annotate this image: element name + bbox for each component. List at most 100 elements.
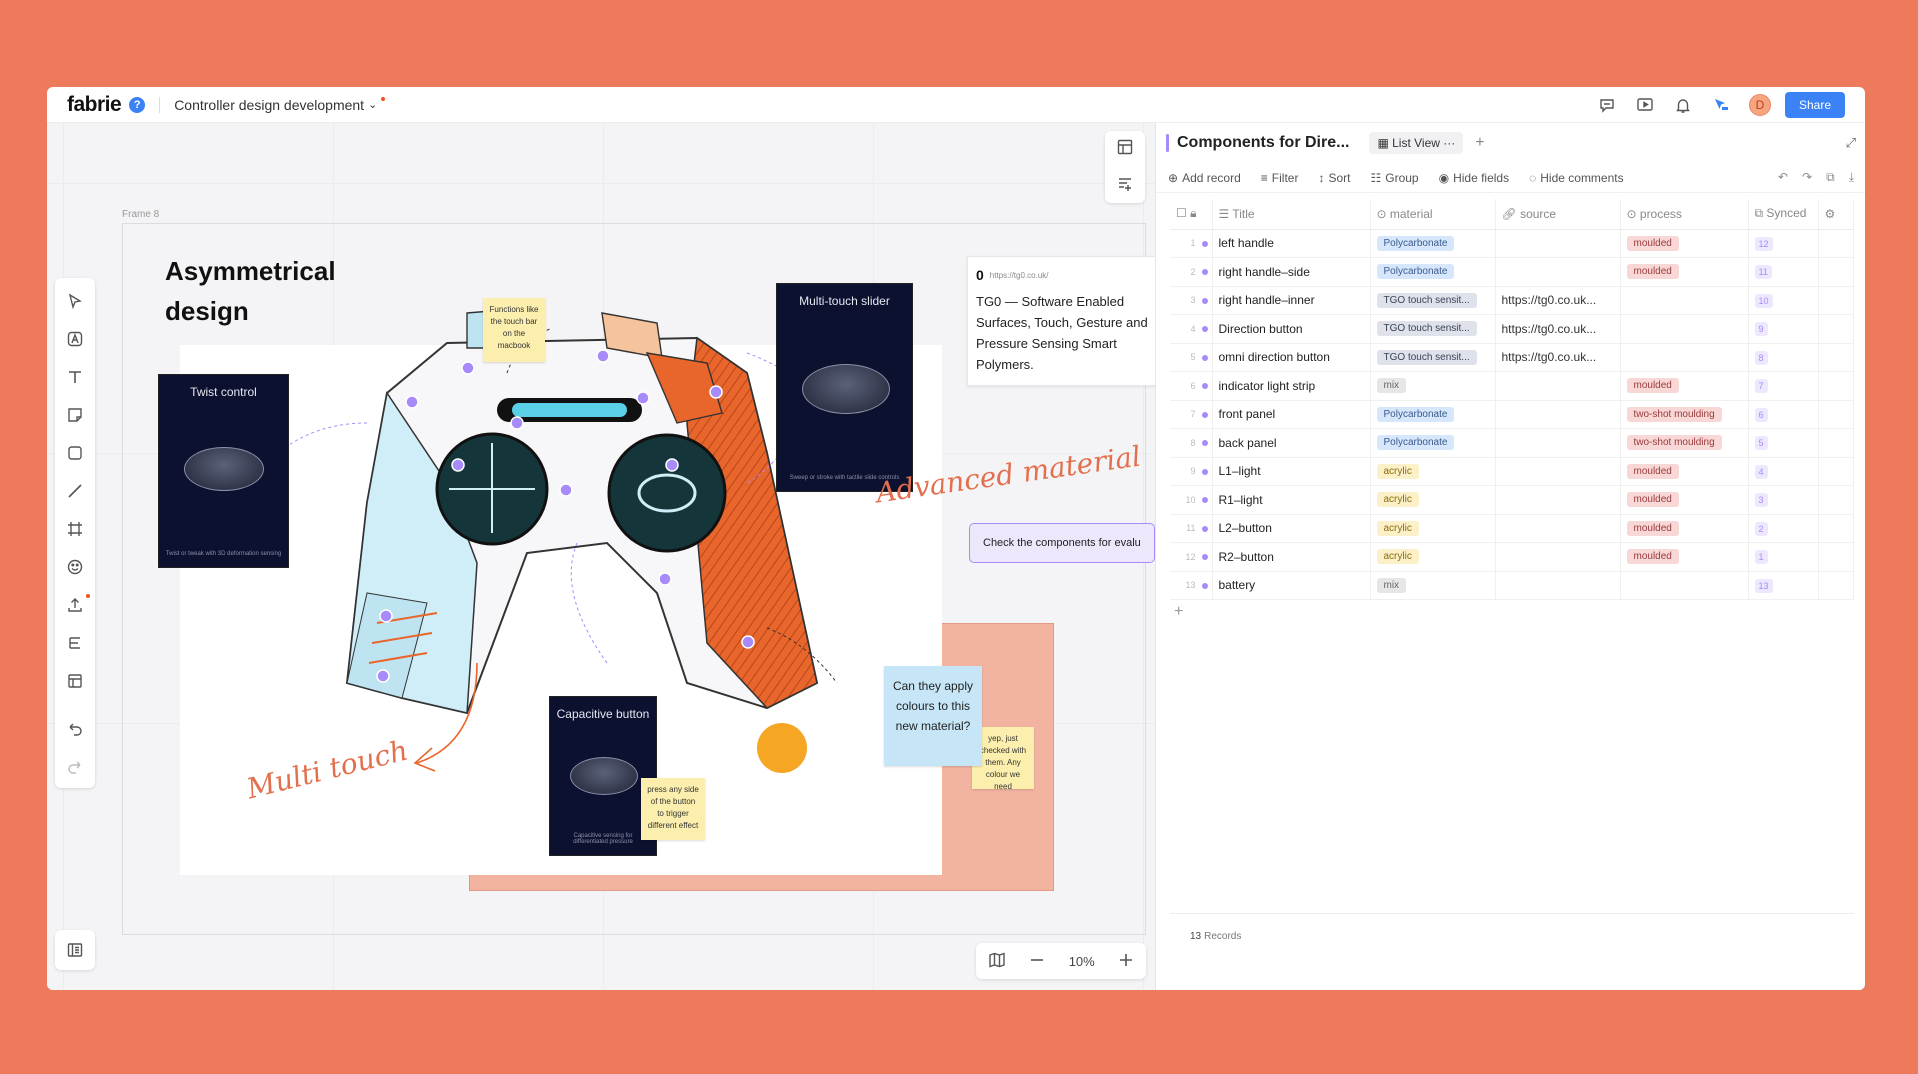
add-row-icon[interactable]: +: [1174, 603, 1183, 621]
column-header-process[interactable]: ⊙ process: [1620, 199, 1749, 230]
undo-icon[interactable]: [60, 714, 90, 744]
cell-title[interactable]: battery: [1212, 571, 1371, 600]
add-list-icon[interactable]: [1116, 174, 1134, 197]
cell-source[interactable]: https://tg0.co.uk...: [1495, 314, 1621, 344]
cell-title[interactable]: R2–button: [1212, 542, 1371, 572]
cell-source[interactable]: [1495, 571, 1621, 600]
undo-icon[interactable]: ↶: [1778, 170, 1788, 185]
comment-icon[interactable]: [1597, 95, 1617, 115]
present-icon[interactable]: [1635, 95, 1655, 115]
sticky-note-functions[interactable]: Functions like the touch bar on the macb…: [483, 298, 545, 362]
cell-extra[interactable]: [1818, 371, 1854, 401]
frame-tool-icon[interactable]: [60, 514, 90, 544]
select-tool-icon[interactable]: [60, 286, 90, 316]
cell-process[interactable]: moulded: [1620, 542, 1749, 572]
cell-material[interactable]: TGO touch sensit...: [1370, 286, 1496, 315]
add-view-icon[interactable]: +: [1475, 134, 1484, 152]
cell-extra[interactable]: [1818, 257, 1854, 287]
cell-synced[interactable]: 1: [1748, 542, 1819, 572]
follow-cursor-icon[interactable]: [1711, 95, 1731, 115]
cell-material[interactable]: acrylic: [1370, 514, 1496, 543]
cell-title[interactable]: Direction button: [1212, 314, 1371, 344]
cell-synced[interactable]: 6: [1748, 400, 1819, 429]
table-row[interactable]: 9 L1–light acrylic moulded 4: [1170, 457, 1854, 486]
cell-title[interactable]: right handle–side: [1212, 257, 1371, 287]
document-title-dropdown[interactable]: Controller design development ⌄: [174, 96, 386, 113]
row-index[interactable]: 11: [1170, 514, 1213, 543]
column-header-synced[interactable]: ⧉ Synced: [1748, 199, 1819, 230]
cell-material[interactable]: acrylic: [1370, 485, 1496, 515]
cell-process[interactable]: moulded: [1620, 229, 1749, 258]
row-index[interactable]: 3: [1170, 286, 1213, 315]
table-view-icon[interactable]: [1116, 138, 1134, 161]
table-row[interactable]: 5 omni direction button TGO touch sensit..…: [1170, 343, 1854, 372]
cell-title[interactable]: omni direction button: [1212, 343, 1371, 372]
link-preview-card[interactable]: 0 https://tg0.co.uk/ TG0 — Software Enab…: [967, 256, 1157, 386]
emoji-tool-icon[interactable]: [60, 552, 90, 582]
cell-extra[interactable]: [1818, 314, 1854, 344]
cell-extra[interactable]: [1818, 542, 1854, 572]
shape-tool-icon[interactable]: [60, 438, 90, 468]
text-tool-icon[interactable]: [60, 362, 90, 392]
user-avatar[interactable]: D: [1748, 93, 1771, 116]
cell-process[interactable]: two-shot moulding: [1620, 428, 1749, 458]
cell-extra[interactable]: [1818, 400, 1854, 429]
cell-process[interactable]: moulded: [1620, 371, 1749, 401]
cell-source[interactable]: [1495, 428, 1621, 458]
cell-synced[interactable]: 2: [1748, 514, 1819, 543]
cell-source[interactable]: [1495, 542, 1621, 572]
row-index[interactable]: 10: [1170, 485, 1213, 515]
hide-comments-button[interactable]: ◌ Hide comments: [1529, 171, 1624, 185]
table-row[interactable]: 1 left handle Polycarbonate moulded 12: [1170, 229, 1854, 258]
column-settings-icon[interactable]: ⚙: [1818, 199, 1854, 230]
whiteboard-canvas[interactable]: Frame 8 Asymmetrical design Twist contro…: [47, 123, 1157, 990]
bell-icon[interactable]: [1673, 95, 1693, 115]
cell-source[interactable]: [1495, 257, 1621, 287]
cell-title[interactable]: R1–light: [1212, 485, 1371, 515]
table-row[interactable]: 3 right handle–inner TGO touch sensit... ht…: [1170, 286, 1854, 315]
cell-process[interactable]: moulded: [1620, 485, 1749, 515]
table-row[interactable]: 7 front panel Polycarbonate two-shot mouldi…: [1170, 400, 1854, 429]
zoom-level[interactable]: 10%: [1069, 954, 1095, 969]
row-index[interactable]: 6: [1170, 371, 1213, 401]
table-title[interactable]: Components for Dire...: [1177, 134, 1349, 152]
frame-heading[interactable]: Asymmetrical design: [165, 251, 385, 331]
cell-title[interactable]: L1–light: [1212, 457, 1371, 486]
orange-color-dot[interactable]: [757, 723, 807, 773]
cell-material[interactable]: mix: [1370, 571, 1496, 600]
cell-process[interactable]: [1620, 314, 1749, 344]
cell-extra[interactable]: [1818, 514, 1854, 543]
table-row[interactable]: 10 R1–light acrylic moulded 3: [1170, 485, 1854, 515]
cell-synced[interactable]: 12: [1748, 229, 1819, 258]
cell-material[interactable]: Polycarbonate: [1370, 428, 1496, 458]
zoom-out-icon[interactable]: [1029, 952, 1045, 971]
redo-icon[interactable]: ↷: [1802, 170, 1812, 185]
download-icon[interactable]: ⤓: [1849, 170, 1854, 185]
row-index[interactable]: 9: [1170, 457, 1213, 486]
cell-synced[interactable]: 4: [1748, 457, 1819, 486]
check-components-card[interactable]: Check the components for evalu: [969, 523, 1155, 563]
cell-synced[interactable]: 9: [1748, 314, 1819, 344]
ai-tool-icon[interactable]: [60, 324, 90, 354]
cell-source[interactable]: https://tg0.co.uk...: [1495, 343, 1621, 372]
cell-source[interactable]: [1495, 400, 1621, 429]
row-index[interactable]: 1: [1170, 229, 1213, 258]
template-tool-icon[interactable]: [60, 666, 90, 696]
add-record-button[interactable]: ⊕ Add record: [1168, 171, 1241, 185]
cell-synced[interactable]: 10: [1748, 286, 1819, 315]
column-header-source[interactable]: 🔗︎ source: [1495, 199, 1621, 230]
cell-extra[interactable]: [1818, 485, 1854, 515]
cell-material[interactable]: Polycarbonate: [1370, 229, 1496, 258]
cell-process[interactable]: moulded: [1620, 457, 1749, 486]
cell-material[interactable]: Polycarbonate: [1370, 400, 1496, 429]
cell-material[interactable]: TGO touch sensit...: [1370, 343, 1496, 372]
table-row[interactable]: 11 L2–button acrylic moulded 2: [1170, 514, 1854, 543]
expand-icon[interactable]: ⤢: [1846, 135, 1856, 151]
cell-title[interactable]: front panel: [1212, 400, 1371, 429]
upload-tool-icon[interactable]: [60, 590, 90, 620]
cell-synced[interactable]: 5: [1748, 428, 1819, 458]
row-index[interactable]: 5: [1170, 343, 1213, 372]
cell-process[interactable]: moulded: [1620, 514, 1749, 543]
table-row[interactable]: 8 back panel Polycarbonate two-shot mouldin…: [1170, 428, 1854, 458]
help-icon[interactable]: ?: [129, 96, 146, 113]
